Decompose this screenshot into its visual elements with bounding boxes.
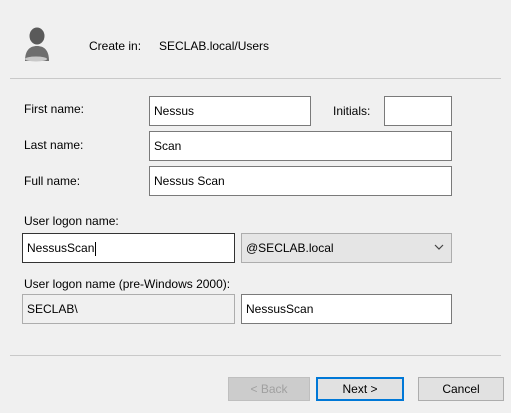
next-button[interactable]: Next >: [316, 377, 404, 401]
pre2000-domain-field: SECLAB\: [22, 294, 235, 324]
logon-name-field[interactable]: NessusScan: [22, 233, 235, 263]
text-cursor: [95, 241, 97, 256]
cancel-button[interactable]: Cancel: [418, 377, 504, 401]
first-name-field[interactable]: Nessus: [149, 96, 311, 126]
last-name-field[interactable]: Scan: [149, 131, 452, 161]
footer-divider: [10, 355, 501, 356]
full-name-field[interactable]: Nessus Scan: [149, 166, 452, 196]
pre2000-label: User logon name (pre-Windows 2000):: [24, 277, 231, 291]
full-name-label: Full name:: [24, 174, 81, 188]
back-button[interactable]: < Back: [228, 377, 310, 401]
header-divider: [10, 78, 501, 79]
pre2000-logon-field[interactable]: NessusScan: [241, 294, 452, 324]
user-icon: [22, 26, 52, 62]
first-name-label: First name:: [24, 102, 85, 116]
initials-label: Initials:: [333, 104, 371, 118]
create-in-path: SECLAB.local/Users: [159, 39, 270, 53]
last-name-label: Last name:: [24, 138, 84, 152]
domain-dropdown[interactable]: @SECLAB.local: [241, 233, 452, 263]
create-in-label: Create in:: [89, 39, 142, 53]
initials-field[interactable]: [384, 96, 452, 126]
domain-dropdown-value: @SECLAB.local: [246, 241, 334, 255]
logon-name-label: User logon name:: [24, 214, 119, 228]
logon-name-value: NessusScan: [27, 241, 95, 255]
chevron-down-icon: [434, 244, 444, 250]
